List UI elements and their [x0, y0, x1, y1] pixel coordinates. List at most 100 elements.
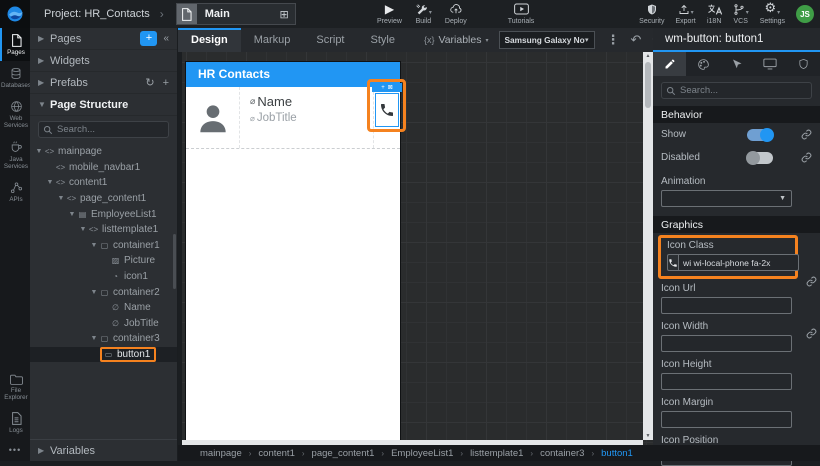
preview-button[interactable]: ▶ Preview [377, 2, 402, 25]
structure-search-input[interactable] [57, 124, 168, 135]
icon-height-input[interactable] [661, 373, 792, 390]
rail-more-button[interactable]: ••• [0, 439, 30, 461]
add-icon[interactable]: + [381, 85, 385, 91]
rail-item-pages[interactable]: Pages [0, 28, 30, 61]
bind-link-icon[interactable] [801, 129, 812, 140]
icon-class-input[interactable] [678, 254, 799, 271]
expander-icon[interactable]: ▼ [34, 148, 44, 155]
page-tab-main[interactable]: Main ⊞ [176, 3, 296, 25]
phone-button-widget[interactable] [375, 93, 399, 127]
rail-item-java-services[interactable]: Java Services [0, 134, 30, 175]
add-page-button[interactable]: + [140, 31, 157, 46]
expander-icon[interactable]: ▼ [56, 195, 66, 202]
tab-properties[interactable] [653, 52, 686, 76]
tab-markup[interactable]: Markup [241, 28, 304, 52]
disabled-toggle[interactable] [747, 152, 773, 164]
rail-item-web-services[interactable]: Web Services [0, 94, 30, 134]
undo-icon[interactable]: ↶ [631, 32, 642, 48]
bind-link-icon[interactable] [801, 152, 812, 163]
section-page-structure[interactable]: ▼ Page Structure [30, 94, 177, 116]
tree-node-container3[interactable]: ▼▢container3 [30, 331, 177, 347]
tab-events[interactable] [720, 52, 753, 76]
section-prefabs[interactable]: ▶ Prefabs ↻ + [30, 72, 177, 94]
button-container[interactable]: +⊠ [373, 87, 400, 148]
animation-select[interactable]: ▼ [661, 190, 792, 207]
more-options-icon[interactable]: ⋮ [607, 32, 620, 48]
tab-styles[interactable] [686, 52, 719, 76]
expander-icon[interactable]: ▼ [78, 226, 88, 233]
design-canvas[interactable]: HR Contacts ⌀Name ⌀JobTitle +⊠ ▲ ▼ [182, 52, 653, 445]
properties-search-input[interactable] [680, 85, 811, 96]
settings-button[interactable]: ⚙▾ Settings [760, 2, 785, 25]
rail-item-file-explorer[interactable]: File Explorer [0, 368, 30, 406]
bind-link-icon[interactable] [806, 276, 817, 287]
tree-node-picture[interactable]: ▨Picture [30, 253, 177, 269]
jobtitle-label[interactable]: JobTitle [257, 112, 297, 124]
section-widgets[interactable]: ▶ Widgets [30, 50, 177, 72]
breadcrumb-item[interactable]: container3 [540, 448, 584, 459]
rail-item-logs[interactable]: Logs [0, 406, 30, 439]
scroll-down-icon[interactable]: ▼ [646, 432, 651, 440]
security-button[interactable]: Security [639, 2, 664, 25]
tab-security[interactable] [787, 52, 820, 76]
breadcrumb-item[interactable]: mainpage [200, 448, 242, 459]
tree-scrollbar[interactable] [173, 234, 176, 289]
section-pages[interactable]: ▶ Pages + « [30, 28, 177, 50]
tree-node-jobtitle[interactable]: ∅JobTitle [30, 316, 177, 332]
expander-icon[interactable]: ▼ [45, 179, 55, 186]
scrollbar-thumb[interactable] [645, 62, 651, 108]
tree-node-mobile-navbar1[interactable]: <>mobile_navbar1 [30, 160, 177, 176]
tree-node-mainpage[interactable]: ▼<>mainpage [30, 144, 177, 160]
tree-node-icon1[interactable]: ◔icon1 [30, 269, 177, 285]
vcs-button[interactable]: ▾ VCS [733, 2, 749, 25]
deploy-button[interactable]: Deploy [445, 2, 467, 25]
breadcrumb-item[interactable]: EmployeeList1 [391, 448, 453, 459]
expander-icon[interactable]: ▼ [89, 242, 99, 249]
tree-node-page-content1[interactable]: ▼<>page_content1 [30, 191, 177, 207]
chevron-right-icon[interactable]: › [160, 7, 164, 21]
tree-node-container2[interactable]: ▼▢container2 [30, 284, 177, 300]
icon-width-input[interactable] [661, 335, 792, 352]
section-variables[interactable]: ▶ Variables [30, 439, 177, 461]
rail-item-databases[interactable]: Databases [0, 61, 30, 94]
expander-icon[interactable]: ▼ [67, 211, 77, 218]
app-logo[interactable] [0, 0, 30, 28]
scroll-up-icon[interactable]: ▲ [646, 52, 651, 60]
breadcrumb-item[interactable]: page_content1 [312, 448, 375, 459]
breadcrumb-item[interactable]: listtemplate1 [470, 448, 523, 459]
i18n-button[interactable]: i18N [707, 2, 722, 25]
tree-node-employeelist1[interactable]: ▼▤EmployeeList1 [30, 206, 177, 222]
icon-preview-button[interactable] [667, 254, 678, 271]
tutorials-button[interactable]: Tutorials [508, 2, 535, 25]
refresh-icon[interactable]: ↻ [145, 76, 154, 89]
add-prefab-button[interactable]: + [163, 77, 169, 89]
text-container[interactable]: ⌀Name ⌀JobTitle [240, 87, 373, 148]
remove-icon[interactable]: ⊠ [388, 84, 393, 91]
list-item-template[interactable]: ⌀Name ⌀JobTitle +⊠ [186, 87, 400, 149]
export-button[interactable]: ▾ Export [675, 2, 695, 25]
breadcrumb-item[interactable]: content1 [258, 448, 294, 459]
tree-node-button1-selected[interactable]: ▭button1 [30, 347, 177, 363]
show-toggle[interactable] [747, 129, 773, 141]
tree-node-container1[interactable]: ▼▢container1 [30, 238, 177, 254]
device-selector[interactable]: Samsung Galaxy Note III ▾ [499, 31, 595, 49]
tree-node-name[interactable]: ∅Name [30, 300, 177, 316]
canvas-vertical-scrollbar[interactable]: ▲ ▼ [643, 52, 653, 440]
rail-item-apis[interactable]: APIs [0, 175, 30, 208]
expander-icon[interactable]: ▼ [89, 335, 99, 342]
tab-device[interactable] [753, 52, 786, 76]
tab-style[interactable]: Style [358, 28, 408, 52]
tab-design[interactable]: Design [178, 28, 241, 52]
user-avatar[interactable]: JS [796, 5, 814, 23]
variables-dropdown[interactable]: {x} Variables ▾ [424, 34, 489, 46]
tree-node-listtemplate1[interactable]: ▼<>listtemplate1 [30, 222, 177, 238]
name-label[interactable]: Name [257, 94, 292, 109]
tree-node-content1[interactable]: ▼<>content1 [30, 175, 177, 191]
build-button[interactable]: ▾ Build [415, 2, 432, 25]
expander-icon[interactable]: ▼ [89, 289, 99, 296]
tab-script[interactable]: Script [303, 28, 357, 52]
grid-view-icon[interactable]: ⊞ [280, 8, 295, 21]
icon-margin-input[interactable] [661, 411, 792, 428]
breadcrumb-item-current[interactable]: button1 [601, 448, 633, 459]
collapse-panel-icon[interactable]: « [163, 33, 169, 44]
